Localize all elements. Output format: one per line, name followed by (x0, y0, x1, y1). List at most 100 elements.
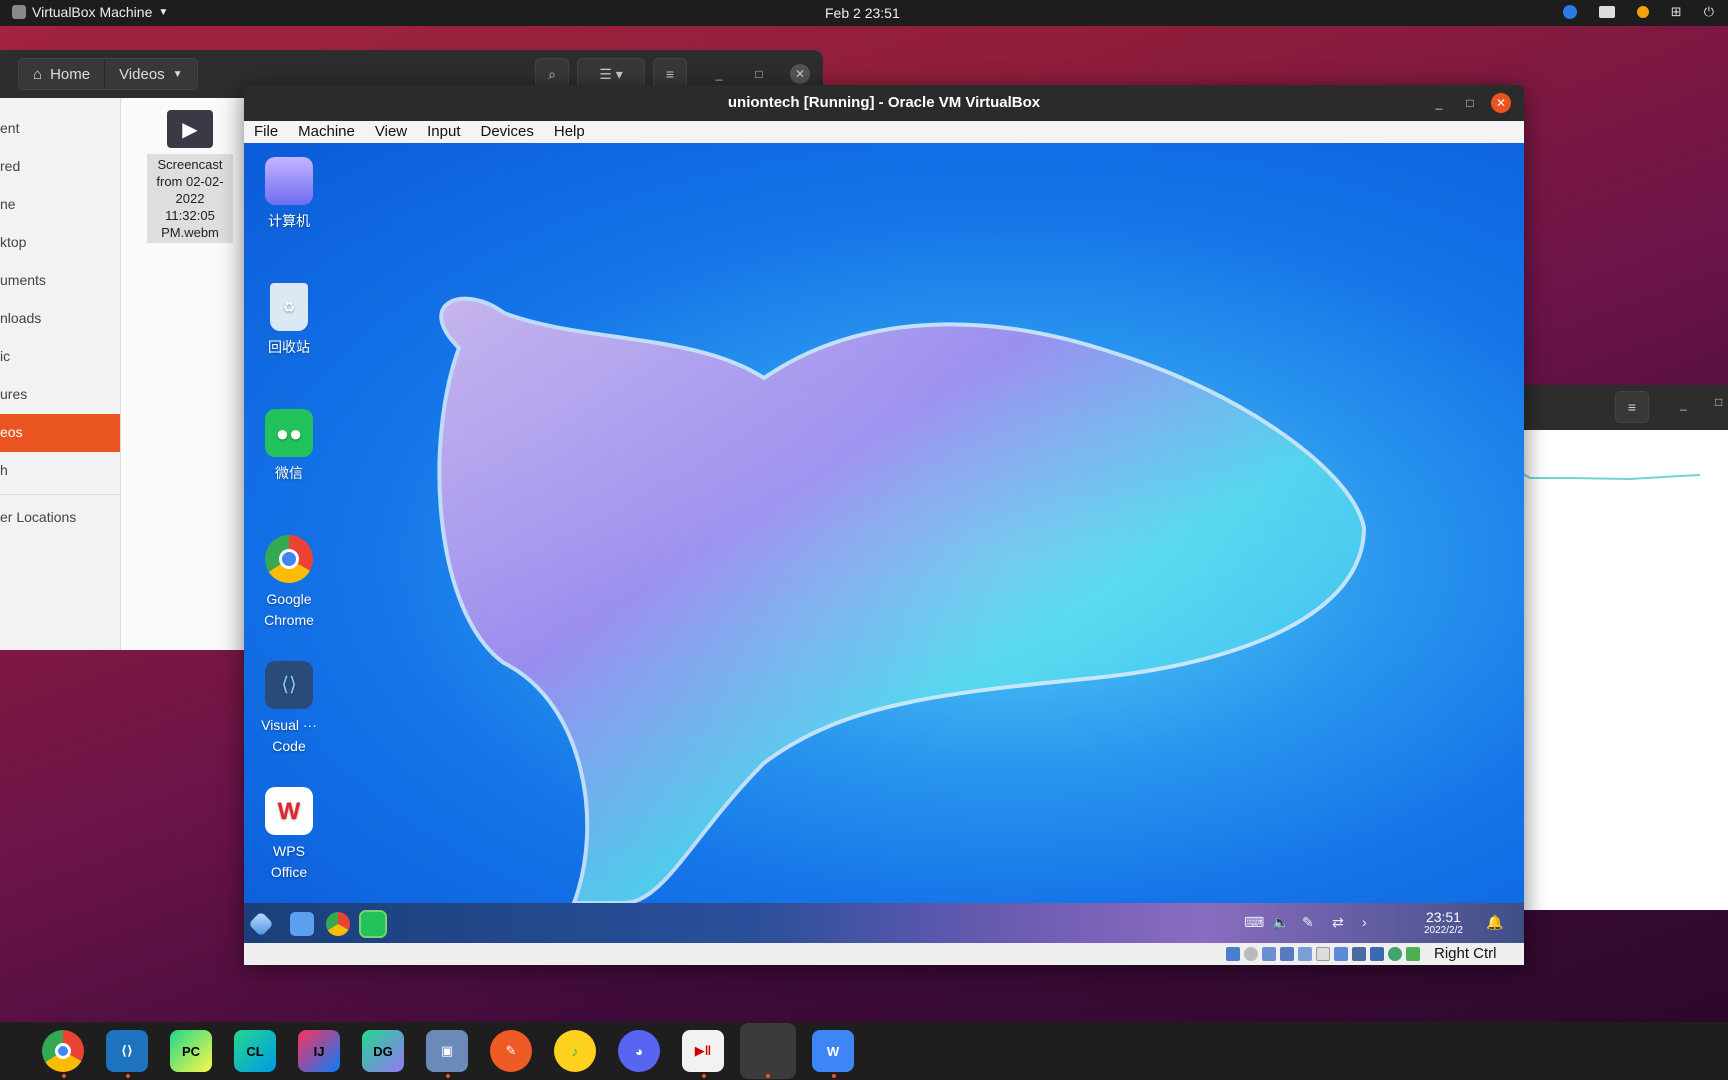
network-icon[interactable]: ⊞ (1671, 4, 1682, 20)
file-item[interactable]: ▶ Screencast from 02-02- 2022 11:32:05 P… (147, 110, 233, 243)
sidebar-item[interactable]: red (0, 148, 120, 186)
shared-folder-icon[interactable] (1316, 947, 1330, 961)
menu-view[interactable]: View (365, 121, 417, 143)
maximize-button[interactable]: □ (749, 64, 769, 84)
minimize-button[interactable]: _ (709, 64, 729, 84)
dock-postman[interactable]: ✎ (490, 1030, 532, 1072)
sidebar-item[interactable]: ktop (0, 224, 120, 262)
menu-file[interactable]: File (244, 121, 288, 143)
maximize-button[interactable]: □ (1715, 395, 1722, 409)
mouse-integration-icon[interactable] (1406, 947, 1420, 961)
sidebar-item[interactable]: ic (0, 338, 120, 376)
sidebar-item[interactable]: ent (0, 110, 120, 148)
volume-icon[interactable]: 🔈 (1272, 914, 1289, 931)
menu-bar: File Machine View Input Devices Help (244, 121, 1524, 143)
chevron-right-icon[interactable]: › (1362, 914, 1367, 930)
close-button[interactable]: ✕ (1491, 93, 1511, 113)
desktop-icon-vscode[interactable]: ⟨⟩ Visual ··· Code (254, 661, 324, 757)
network-icon[interactable]: ⇄ (1332, 914, 1344, 931)
dock-vscode[interactable]: ⟨⟩ (106, 1030, 148, 1072)
wechat-icon: ●● (265, 409, 313, 457)
hdd-icon[interactable] (1226, 947, 1240, 961)
desktop-icon-wps[interactable]: W WPS Office (254, 787, 324, 883)
file-name: Screencast from 02-02- 2022 11:32:05 PM.… (147, 154, 233, 243)
dock-intellij[interactable]: IJ (298, 1030, 340, 1072)
pen-icon[interactable]: ✎ (1302, 914, 1314, 931)
vscode-icon: ⟨⟩ (265, 661, 313, 709)
hamburger-icon[interactable]: ≡ (1615, 391, 1649, 423)
desktop-icon-computer[interactable]: 计算机 (254, 157, 324, 232)
guest-taskbar: ⌨ 🔈 ✎ ⇄ › 23:51 2022/2/2 🔔 (244, 903, 1524, 943)
sidebar-item[interactable]: nloads (0, 300, 120, 338)
list-view-icon: ☰ ▾ (599, 65, 623, 82)
dock-screen-recorder[interactable]: ▶‖ (682, 1030, 724, 1072)
sidebar-item[interactable]: uments (0, 262, 120, 300)
sidebar-item[interactable]: h (0, 452, 120, 490)
breadcrumb: ⌂ Home Videos ▼ (18, 58, 198, 90)
status-dot-icon[interactable] (1636, 6, 1649, 18)
desktop-icon-trash[interactable]: ♻ 回收站 (254, 283, 324, 358)
menu-input[interactable]: Input (417, 121, 470, 143)
guest-additions-icon[interactable] (1388, 947, 1402, 961)
app-menu[interactable]: VirtualBox Machine ▼ (12, 4, 168, 20)
power-icon[interactable]: ⏻ (1704, 4, 1714, 20)
running-indicator (702, 1074, 706, 1078)
vbox-status-bar: Right Ctrl (244, 943, 1524, 965)
menu-machine[interactable]: Machine (288, 121, 365, 143)
dock-blank-app[interactable] (740, 1023, 796, 1079)
sidebar-item-videos[interactable]: eos (0, 414, 120, 452)
keyboard-icon[interactable]: ⌨ (1244, 914, 1264, 931)
display-icon[interactable] (1334, 947, 1348, 961)
dock: ⟨⟩ PC CL IJ DG ▣ ✎ ♪ ◕ ▶‖ W (0, 1022, 1728, 1080)
top-bar: VirtualBox Machine ▼ Feb 2 23:51 ⊞ ⏻ (0, 0, 1728, 26)
dock-wps[interactable]: W (812, 1030, 854, 1072)
audio-icon[interactable] (1262, 947, 1276, 961)
dock-qqmusic[interactable]: ♪ (554, 1030, 596, 1072)
virtualbox-window: uniontech [Running] - Oracle VM VirtualB… (244, 85, 1524, 965)
chrome-center-icon (279, 549, 299, 569)
dock-pycharm[interactable]: PC (170, 1030, 212, 1072)
sidebar-divider (0, 494, 120, 495)
dock-clion[interactable]: CL (234, 1030, 276, 1072)
minimize-button[interactable]: _ (1680, 397, 1687, 411)
optical-drive-icon[interactable] (1244, 947, 1258, 961)
launcher-icon[interactable] (248, 911, 274, 937)
maximize-button[interactable]: □ (1460, 93, 1480, 113)
chrome-icon[interactable] (326, 912, 350, 936)
dock-discord[interactable]: ◕ (618, 1030, 660, 1072)
sidebar-item[interactable]: ures (0, 376, 120, 414)
minimize-button[interactable]: _ (1429, 93, 1449, 113)
close-button[interactable]: ✕ (790, 64, 810, 84)
breadcrumb-home[interactable]: ⌂ Home (19, 59, 105, 89)
dock-virtualbox[interactable]: ▣ (426, 1030, 468, 1072)
network-adapter-icon[interactable] (1280, 947, 1294, 961)
file-manager-icon[interactable] (290, 912, 314, 936)
desktop-icon-chrome[interactable]: Google Chrome (254, 535, 324, 631)
breadcrumb-videos[interactable]: Videos ▼ (104, 59, 197, 89)
guest-clock[interactable]: 23:51 2022/2/2 (1424, 909, 1463, 936)
dock-chrome[interactable] (42, 1030, 84, 1072)
dock-datagrip[interactable]: DG (362, 1030, 404, 1072)
sidebar-item-other-locations[interactable]: er Locations (0, 499, 120, 537)
guest-desktop[interactable]: 计算机 ♻ 回收站 ●● 微信 Google Chrome ⟨⟩ Visual … (244, 143, 1524, 903)
system-clock[interactable]: Feb 2 23:51 (825, 5, 900, 21)
menu-devices[interactable]: Devices (471, 121, 544, 143)
activity-graph (1510, 470, 1701, 481)
teamviewer-icon[interactable] (1562, 5, 1577, 19)
usb-icon[interactable] (1298, 947, 1312, 961)
wechat-icon[interactable] (359, 910, 387, 938)
cpu-icon[interactable] (1370, 947, 1384, 961)
bell-icon[interactable]: 🔔 (1486, 914, 1503, 931)
computer-icon (265, 157, 313, 205)
desktop-icon-wechat[interactable]: ●● 微信 (254, 409, 324, 484)
keyboard-icon[interactable] (1598, 6, 1615, 18)
running-indicator (126, 1074, 130, 1078)
breadcrumb-home-label: Home (50, 65, 91, 83)
virtualbox-app-icon (12, 5, 26, 19)
sidebar-item[interactable]: ne (0, 186, 120, 224)
menu-help[interactable]: Help (544, 121, 595, 143)
video-file-icon: ▶ (167, 110, 213, 148)
wps-icon: W (265, 787, 313, 835)
video-capture-icon[interactable] (1352, 947, 1366, 961)
chevron-down-icon: ▼ (172, 68, 183, 80)
